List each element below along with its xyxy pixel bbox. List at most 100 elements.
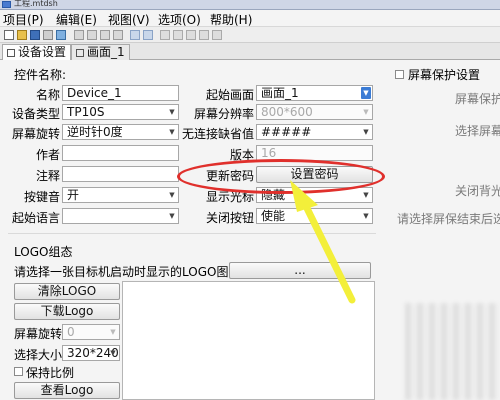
menu-help[interactable]: 帮助(H) <box>210 11 252 28</box>
redo-icon[interactable] <box>143 30 153 40</box>
version-label: 版本 <box>229 148 254 162</box>
key-sound-select[interactable]: 开 ▼ <box>62 187 179 203</box>
screen-rotation-label: 屏幕旋转 <box>11 127 60 141</box>
logo-browse-button[interactable]: ... <box>229 262 371 279</box>
set-password-button[interactable]: 设置密码 <box>256 166 373 183</box>
align-right-icon[interactable] <box>173 30 183 40</box>
start-screen-select[interactable]: 画面_1 ▼ <box>256 85 373 101</box>
start-screen-label: 起始画面 <box>205 88 254 102</box>
window-title: 工程.mtdsh <box>14 0 58 8</box>
display-cursor-select[interactable]: 隐藏 ▼ <box>256 187 373 203</box>
note-input[interactable] <box>62 166 179 182</box>
chevron-down-icon: ▼ <box>363 191 369 199</box>
screen-rotation-select[interactable]: 逆时针0度 ▼ <box>62 124 179 140</box>
version-field: 16 <box>256 145 373 161</box>
chevron-down-icon: ▼ <box>110 328 116 336</box>
distribute-icon[interactable] <box>212 30 222 40</box>
screensaver-settings-label: 屏幕保护设置 <box>408 68 481 82</box>
chevron-down-icon: ▼ <box>363 108 369 116</box>
logo-size-label: 选择大小 <box>14 348 63 362</box>
settings-icon <box>7 49 15 57</box>
screensaver-checkbox[interactable] <box>395 70 404 79</box>
name-label: 名称 <box>35 88 60 102</box>
save-icon[interactable] <box>30 30 40 40</box>
note-label: 注释 <box>35 169 60 183</box>
resolution-label: 屏幕分辨率 <box>193 107 254 121</box>
logo-prompt: 请选择一张目标机启动时显示的LOGO图片 <box>14 265 241 279</box>
tab-device-settings[interactable]: 设备设置 <box>2 44 72 61</box>
clear-logo-button[interactable]: 清除LOGO <box>14 283 120 300</box>
logo-preview <box>122 281 375 400</box>
chevron-down-icon: ▼ <box>169 128 175 136</box>
chevron-down-icon: ▼ <box>169 212 175 220</box>
chevron-down-icon: ▼ <box>363 128 369 136</box>
section-title: 控件名称: <box>14 68 67 82</box>
logo-rotation-value: 0 <box>67 325 75 339</box>
chevron-down-icon: ▼ <box>169 108 175 116</box>
update-password-label: 更新密码 <box>205 169 254 183</box>
align-left-icon[interactable] <box>160 30 170 40</box>
device-type-value: TP10S <box>67 105 105 119</box>
start-language-select[interactable]: ▼ <box>62 208 179 224</box>
cut-icon[interactable] <box>74 30 84 40</box>
logo-group-title: LOGO组态 <box>14 245 73 259</box>
chevron-down-icon: ▼ <box>110 349 116 357</box>
resolution-value: 800*600 <box>261 105 313 119</box>
no-connection-select[interactable]: ##### ▼ <box>256 124 373 140</box>
device-type-select[interactable]: TP10S ▼ <box>62 104 179 120</box>
blurred-region <box>405 303 500 400</box>
keep-ratio-checkbox[interactable] <box>14 367 23 376</box>
menu-edit[interactable]: 编辑(E) <box>56 11 97 28</box>
resolution-select[interactable]: 800*600 ▼ <box>256 104 373 120</box>
undo-icon[interactable] <box>130 30 140 40</box>
align-top-icon[interactable] <box>186 30 196 40</box>
menu-bar: 项目(P) 编辑(E) 视图(V) 选项(O) 帮助(H) <box>0 10 500 27</box>
start-language-label: 起始语言 <box>11 211 60 225</box>
title-bar: 工程.mtdsh <box>0 0 500 10</box>
chevron-down-icon: ▼ <box>361 87 371 99</box>
no-connection-value: ##### <box>261 125 312 139</box>
author-label: 作者 <box>35 148 60 162</box>
author-input[interactable] <box>62 145 179 161</box>
new-file-icon[interactable] <box>4 30 14 40</box>
tab-screen-1[interactable]: 画面_1 <box>71 44 130 60</box>
logo-rotation-label: 屏幕旋转 <box>14 327 63 341</box>
key-sound-value: 开 <box>67 188 80 202</box>
save-all-icon[interactable] <box>43 30 53 40</box>
start-screen-value: 画面_1 <box>261 86 299 100</box>
menu-project[interactable]: 项目(P) <box>3 11 44 28</box>
close-button-select[interactable]: 使能 ▼ <box>256 208 373 224</box>
select-after-screensaver-label: 请选择屏保结束后选 <box>397 212 500 226</box>
chevron-down-icon: ▼ <box>169 191 175 199</box>
close-button-value: 使能 <box>261 209 286 223</box>
paste-icon[interactable] <box>100 30 110 40</box>
close-backlight-label: 关闭背光 <box>455 184 500 198</box>
keep-ratio-label: 保持比例 <box>26 366 75 380</box>
menu-options[interactable]: 选项(O) <box>158 11 201 28</box>
open-folder-icon[interactable] <box>17 30 27 40</box>
app-icon <box>2 1 11 8</box>
compile-icon[interactable] <box>56 30 66 40</box>
logo-size-select[interactable]: 320*240 ▼ <box>62 345 120 361</box>
delete-icon[interactable] <box>113 30 123 40</box>
menu-view[interactable]: 视图(V) <box>108 11 150 28</box>
tab-strip: 设备设置 画面_1 <box>0 43 500 61</box>
screensaver-label: 屏幕保护 <box>455 92 500 106</box>
toolbar <box>0 27 500 43</box>
name-input[interactable]: Device_1 <box>62 85 179 101</box>
tab-label: 画面_1 <box>87 45 125 59</box>
key-sound-label: 按键音 <box>23 190 60 204</box>
download-logo-button[interactable]: 下载Logo <box>14 303 120 320</box>
copy-icon[interactable] <box>87 30 97 40</box>
select-screen-label: 选择屏幕 <box>455 124 500 138</box>
display-cursor-label: 显示光标 <box>205 190 254 204</box>
chevron-down-icon: ▼ <box>363 212 369 220</box>
logo-rotation-select[interactable]: 0 ▼ <box>62 324 120 340</box>
close-button-label: 关闭按钮 <box>205 211 254 225</box>
screen-rotation-value: 逆时针0度 <box>67 125 123 139</box>
align-bottom-icon[interactable] <box>199 30 209 40</box>
view-logo-button[interactable]: 查看Logo <box>14 382 120 399</box>
no-connection-label: 无连接缺省值 <box>181 127 254 141</box>
display-cursor-value: 隐藏 <box>261 188 286 202</box>
screen-icon <box>76 49 84 57</box>
